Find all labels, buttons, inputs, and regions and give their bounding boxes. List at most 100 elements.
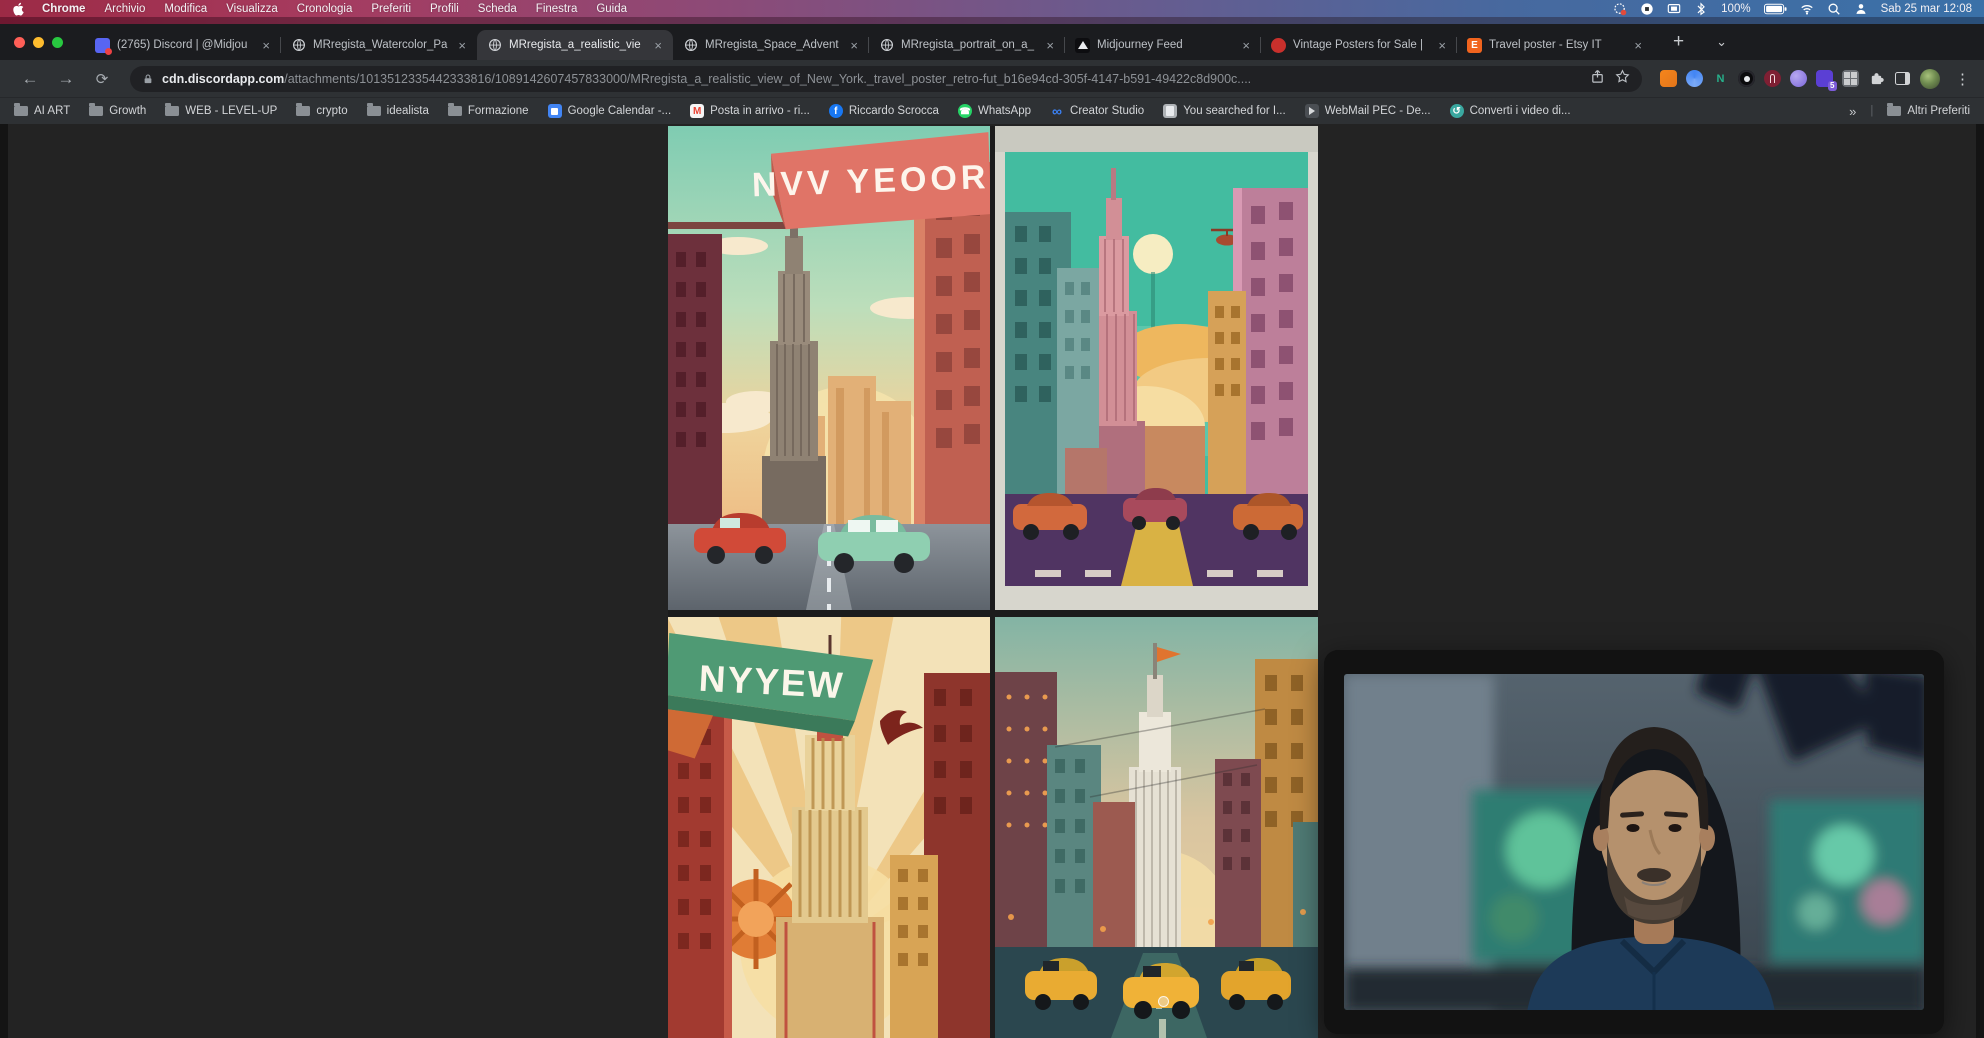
menu-modifica[interactable]: Modifica [164,3,207,15]
blue-extension-icon[interactable] [1686,70,1703,87]
display-icon[interactable] [1667,2,1681,16]
extension-badge: 5 [1828,81,1837,91]
browser-toolbar: ← → ⟳ cdn.discordapp.com/attachments/101… [0,60,1984,97]
tab-close-icon[interactable]: × [847,38,861,53]
tab-search-chevron-icon[interactable]: ⌄ [1716,34,1727,50]
poster-sign-text: NVV YEOORE [751,157,990,204]
bookmark-you-searched[interactable]: You searched for I... [1163,104,1286,118]
bookmark-label: WEB - LEVEL-UP [185,105,277,117]
grid-extension-icon[interactable] [1842,70,1859,87]
menu-cronologia[interactable]: Cronologia [297,3,353,15]
tabs: (2765) Discord | @Midjou × MRregista_Wat… [85,24,1653,60]
password-key-extension-icon[interactable] [1764,70,1781,87]
poster-top-right[interactable] [995,126,1318,610]
url-bar[interactable]: cdn.discordapp.com/attachments/101351233… [130,66,1642,92]
tab-label: (2765) Discord | @Midjou [117,39,252,51]
reload-button[interactable]: ⟳ [88,70,116,88]
menu-chrome[interactable]: Chrome [42,3,85,15]
speaker-icon [1305,104,1319,118]
tab-label: Midjourney Feed [1097,39,1232,51]
poster-top-left[interactable]: NVV YEOORE [668,126,990,610]
lock-icon[interactable] [142,73,154,85]
bookmarks-bar: AI ART Growth WEB - LEVEL-UP crypto idea… [0,97,1984,124]
bookmark-folder-web-level-up[interactable]: WEB - LEVEL-UP [165,105,277,117]
zoom-window-button[interactable] [52,37,63,48]
tab-close-icon[interactable]: × [1435,38,1449,53]
tab-vintage-posters[interactable]: Vintage Posters for Sale | × [1261,30,1457,60]
tab-realistic-view-active[interactable]: MRregista_a_realistic_vie × [477,30,673,60]
bookmark-folder-formazione[interactable]: Formazione [448,105,529,117]
minimize-window-button[interactable] [33,37,44,48]
bookmark-altri-preferiti[interactable]: Altri Preferiti [1887,105,1970,117]
bookmark-folder-ai-art[interactable]: AI ART [14,105,70,117]
bookmarks-overflow-chevron[interactable]: » [1849,104,1856,119]
tab-close-icon[interactable]: × [259,38,273,53]
tab-midjourney-feed[interactable]: Midjourney Feed × [1065,30,1261,60]
bookmark-webmail-pec[interactable]: WebMail PEC - De... [1305,104,1431,118]
notion-style-extension-icon[interactable]: N [1712,70,1729,87]
vintage-posters-favicon [1271,38,1286,53]
menu-archivio[interactable]: Archivio [104,3,145,15]
purple-badge-extension-icon[interactable]: 5 [1816,70,1833,87]
tab-close-icon[interactable]: × [1631,38,1645,53]
midjourney-image-grid[interactable]: NVV YEOORE [668,126,1318,1038]
new-tab-button[interactable]: + [1667,31,1690,53]
bookmark-label: You searched for I... [1183,105,1286,117]
bookmark-converti-video[interactable]: ↺Converti i video di... [1450,104,1571,118]
back-button[interactable]: ← [16,69,44,89]
tab-discord[interactable]: (2765) Discord | @Midjou × [85,30,281,60]
menu-scheda[interactable]: Scheda [478,3,517,15]
folder-icon [165,106,179,116]
bookmark-star-icon[interactable] [1615,69,1630,89]
close-window-button[interactable] [14,37,25,48]
dark-circle-extension-icon[interactable] [1738,70,1755,87]
bookmark-gmail[interactable]: MPosta in arrivo - ri... [690,104,810,118]
tab-close-icon[interactable]: × [1043,38,1057,53]
battery-icon[interactable] [1764,3,1787,15]
bookmark-folder-growth[interactable]: Growth [89,105,146,117]
bookmark-folder-crypto[interactable]: crypto [296,105,347,117]
bookmark-label: Posta in arrivo - ri... [710,105,810,117]
bookmark-label: WebMail PEC - De... [1325,105,1431,117]
menu-guida[interactable]: Guida [596,3,627,15]
tab-etsy[interactable]: E Travel poster - Etsy IT × [1457,30,1653,60]
extensions-puzzle-icon[interactable] [1868,70,1885,87]
globe-favicon [487,38,502,53]
menu-visualizza[interactable]: Visualizza [226,3,278,15]
bookmark-whatsapp[interactable]: ☎WhatsApp [958,104,1031,118]
apple-menu-icon[interactable] [12,2,26,16]
tab-watercolor[interactable]: MRregista_Watercolor_Pa × [281,30,477,60]
forward-button[interactable]: → [52,69,80,89]
chrome-menu-icon[interactable]: ⋮ [1955,70,1970,88]
bluetooth-icon[interactable] [1694,2,1708,16]
tab-close-icon[interactable]: × [1239,38,1253,53]
menu-profili[interactable]: Profili [430,3,459,15]
side-panel-icon[interactable] [1894,70,1911,87]
bookmark-folder-idealista[interactable]: idealista [367,105,429,117]
poster-bottom-right[interactable] [995,617,1318,1038]
bookmark-creator-studio[interactable]: ∞Creator Studio [1050,104,1144,118]
bookmark-google-calendar[interactable]: Google Calendar -... [548,104,672,118]
metamask-extension-icon[interactable] [1660,70,1677,87]
tab-portrait[interactable]: MRregista_portrait_on_a_ × [869,30,1065,60]
page-icon [1163,104,1177,118]
tab-space-adventure[interactable]: MRregista_Space_Advent × [673,30,869,60]
user-switch-icon[interactable] [1854,2,1868,16]
poster-bottom-left[interactable]: NYYEW [668,617,990,1038]
menu-preferiti[interactable]: Preferiti [371,3,411,15]
purple-extension-icon[interactable] [1790,70,1807,87]
wifi-icon[interactable] [1800,2,1814,16]
tab-close-icon[interactable]: × [455,38,469,53]
spotlight-icon[interactable] [1827,2,1841,16]
share-icon[interactable] [1590,69,1605,89]
menu-finestra[interactable]: Finestra [536,3,578,15]
menubar-clock[interactable]: Sab 25 mar 12:08 [1881,3,1972,15]
bookmarks-divider: | [1870,105,1873,117]
poster-sign-text: NYYEW [698,658,846,707]
folder-icon [89,106,103,116]
tab-close-icon[interactable]: × [651,38,665,53]
screen-recording-icon[interactable] [1613,2,1627,16]
profile-avatar[interactable] [1920,69,1940,89]
bookmark-facebook[interactable]: fRiccardo Scrocca [829,104,939,118]
stop-record-icon[interactable] [1640,2,1654,16]
